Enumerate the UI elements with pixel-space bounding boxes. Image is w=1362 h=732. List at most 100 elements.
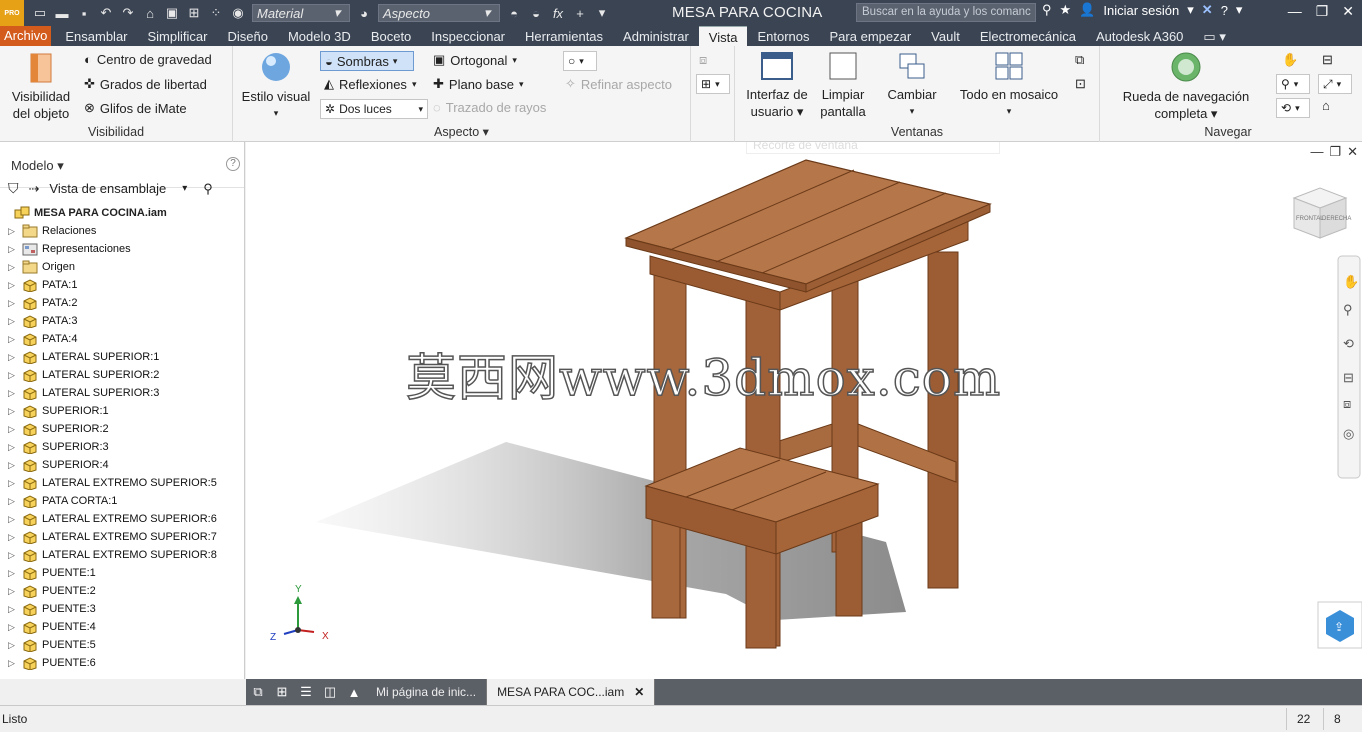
new-file-icon[interactable]: ▭ xyxy=(32,5,48,21)
tree-item[interactable]: ▷ Representaciones xyxy=(0,240,244,258)
expand-arrow-icon[interactable]: ▷ xyxy=(8,442,22,453)
environment-select[interactable]: ○ ▾ xyxy=(563,51,597,71)
update-icon[interactable]: ▣ xyxy=(164,5,180,21)
graphics-viewport[interactable]: Recorte de ventana — ❐ ✕ FRONTAL DERECHA… xyxy=(246,142,1362,679)
adjust-appearance-icon[interactable]: ◓ xyxy=(506,6,522,21)
nav-pan-icon[interactable]: ✋ xyxy=(1343,274,1359,289)
open-folder-icon[interactable]: ▬ xyxy=(54,6,70,21)
tab-autodesk-a360[interactable]: Autodesk A360 xyxy=(1086,26,1193,46)
app-logo[interactable]: PRO xyxy=(0,0,24,26)
tab-extra-dropdown[interactable]: ▭ ▾ xyxy=(1193,26,1235,46)
cascade-icon[interactable]: ⧉ xyxy=(1075,52,1084,68)
home-icon[interactable]: ⌂ xyxy=(142,6,158,21)
expand-arrow-icon[interactable]: ▷ xyxy=(8,352,22,363)
expand-arrow-icon[interactable]: ▷ xyxy=(8,370,22,381)
nav-window-icon[interactable]: ⧈ xyxy=(1343,396,1351,411)
color-wheel-icon[interactable]: ◕ xyxy=(356,6,372,21)
plano-base-button[interactable]: ✚ Plano base ▾ xyxy=(433,76,524,92)
minimize-icon[interactable]: — xyxy=(1288,3,1302,20)
tab-diseno[interactable]: Diseño xyxy=(217,26,277,46)
appearance-select[interactable]: Aspecto ▾ xyxy=(378,4,500,22)
doc-tab-active[interactable]: MESA PARA COC...iam ✕ xyxy=(487,679,656,705)
expand-arrow-icon[interactable]: ▷ xyxy=(8,622,22,633)
chevron-down-icon[interactable]: ▾ xyxy=(1187,2,1194,18)
undo-icon[interactable]: ↶ xyxy=(98,5,114,21)
tab-entornos[interactable]: Entornos xyxy=(747,26,819,46)
tab-archivo[interactable]: Archivo xyxy=(0,26,52,46)
interfaz-usuario-button[interactable]: Interfaz de usuario ▾ xyxy=(741,50,813,120)
browser-title[interactable]: Modelo ▾ xyxy=(11,158,64,174)
tree-item[interactable]: ▷ PUENTE:3 xyxy=(0,600,244,618)
chevron-down-icon[interactable]: ▾ xyxy=(1236,2,1243,18)
tab-vault[interactable]: Vault xyxy=(921,26,970,46)
limpiar-pantalla-button[interactable]: Limpiar pantalla xyxy=(815,50,871,120)
tabs-menu-icon[interactable]: ▲ xyxy=(342,685,366,700)
expand-arrow-icon[interactable]: ▷ xyxy=(8,640,22,651)
assembly-view-select[interactable]: Vista de ensamblaje xyxy=(49,181,166,196)
expand-arrow-icon[interactable]: ▷ xyxy=(8,496,22,507)
tab-electromecanica[interactable]: Electromecánica xyxy=(970,26,1086,46)
cambiar-button[interactable]: Cambiar ▾ xyxy=(881,50,943,120)
filter-icon[interactable]: ⛉ xyxy=(8,180,19,197)
section-view-icon[interactable]: ⧈ xyxy=(699,52,707,68)
pan-icon[interactable]: ✋ xyxy=(1282,52,1298,68)
tree-item[interactable]: ▷ SUPERIOR:2 xyxy=(0,420,244,438)
select-mode-icon[interactable]: ⊞ xyxy=(186,5,202,21)
tab-boceto[interactable]: Boceto xyxy=(361,26,421,46)
signin-button[interactable]: Iniciar sesión xyxy=(1103,3,1179,18)
expand-arrow-icon[interactable]: ▷ xyxy=(8,478,22,489)
star-icon[interactable]: ★ xyxy=(1060,2,1072,18)
tree-item[interactable]: ▷ PUENTE:1 xyxy=(0,564,244,582)
exchange-icon[interactable]: ✕ xyxy=(1202,2,1213,18)
tree-item[interactable]: ▷ LATERAL SUPERIOR:3 xyxy=(0,384,244,402)
glifos-imate-button[interactable]: ⊗ Glifos de iMate xyxy=(84,100,187,116)
tools-icon[interactable]: ⁘ xyxy=(208,5,224,21)
tree-item[interactable]: ▷ LATERAL EXTREMO SUPERIOR:5 xyxy=(0,474,244,492)
grados-libertad-button[interactable]: ✜ Grados de libertad xyxy=(84,76,207,92)
tab-ensamblar[interactable]: Ensamblar xyxy=(55,26,137,46)
tab-vista[interactable]: Vista xyxy=(698,26,748,46)
reflexiones-button[interactable]: ◭ Reflexiones ▾ xyxy=(324,76,416,92)
help-search-input[interactable]: Buscar en la ayuda y los comanc xyxy=(856,3,1036,22)
luces-select[interactable]: ✲ Dos luces ▾ xyxy=(320,99,428,119)
tree-root-item[interactable]: MESA PARA COCINA.iam xyxy=(0,204,244,222)
expand-arrow-icon[interactable]: ▷ xyxy=(8,406,22,417)
tile-horizontal-icon[interactable]: ☰ xyxy=(294,684,318,700)
tree-item[interactable]: ▷ LATERAL EXTREMO SUPERIOR:7 xyxy=(0,528,244,546)
tree-item[interactable]: ▷ LATERAL SUPERIOR:2 xyxy=(0,366,244,384)
expand-arrow-icon[interactable]: ▷ xyxy=(8,316,22,327)
redo-icon[interactable]: ↷ xyxy=(120,5,136,21)
sombras-button[interactable]: ◒ Sombras ▾ xyxy=(320,51,414,71)
tree-item[interactable]: ▷ PUENTE:5 xyxy=(0,636,244,654)
trazado-rayos-button[interactable]: ◌ Trazado de rayos xyxy=(433,100,546,115)
customize-dropdown-icon[interactable]: ▾ xyxy=(594,5,610,21)
clear-appearance-icon[interactable]: ◒ xyxy=(528,6,544,21)
tree-item[interactable]: ▷ LATERAL EXTREMO SUPERIOR:6 xyxy=(0,510,244,528)
tree-item[interactable]: ▷ PUENTE:2 xyxy=(0,582,244,600)
tree-item[interactable]: ▷ Relaciones xyxy=(0,222,244,240)
expand-arrow-icon[interactable]: ▷ xyxy=(8,460,22,471)
cascade-windows-icon[interactable]: ⧉ xyxy=(246,684,270,700)
nav-orbit-icon[interactable]: ⟲ xyxy=(1343,336,1354,351)
ortogonal-button[interactable]: ▣ Ortogonal ▾ xyxy=(433,52,517,68)
tab-modelo-3d[interactable]: Modelo 3D xyxy=(278,26,361,46)
tile-vertical-icon[interactable]: ◫ xyxy=(318,684,342,700)
tree-item[interactable]: ▷ PATA:1 xyxy=(0,276,244,294)
tile-windows-icon[interactable]: ⊞ xyxy=(270,684,294,700)
zoom-select[interactable]: ⚲ ▾ xyxy=(1276,74,1310,94)
tree-item[interactable]: ▷ PATA:3 xyxy=(0,312,244,330)
expand-arrow-icon[interactable]: ▷ xyxy=(8,226,22,237)
help-icon[interactable]: ? xyxy=(1221,3,1228,18)
centro-gravedad-button[interactable]: ◐ Centro de gravedad xyxy=(84,52,212,67)
restore-icon[interactable]: ❐ xyxy=(1316,3,1329,20)
search-icon[interactable]: ⚲ xyxy=(203,181,213,197)
half-section-select[interactable]: ⊞ ▾ xyxy=(696,74,730,94)
tab-herramientas[interactable]: Herramientas xyxy=(515,26,613,46)
tab-simplificar[interactable]: Simplificar xyxy=(138,26,218,46)
refinar-aspecto-button[interactable]: ✧ Refinar aspecto xyxy=(565,76,672,92)
visibilidad-objeto-button[interactable]: Visibilidad del objeto xyxy=(6,52,76,122)
nav-steering-icon[interactable]: ◎ xyxy=(1343,426,1354,441)
tree-item[interactable]: ▷ PATA CORTA:1 xyxy=(0,492,244,510)
close-icon[interactable]: ✕ xyxy=(1342,3,1354,20)
tab-para-empezar[interactable]: Para empezar xyxy=(820,26,922,46)
